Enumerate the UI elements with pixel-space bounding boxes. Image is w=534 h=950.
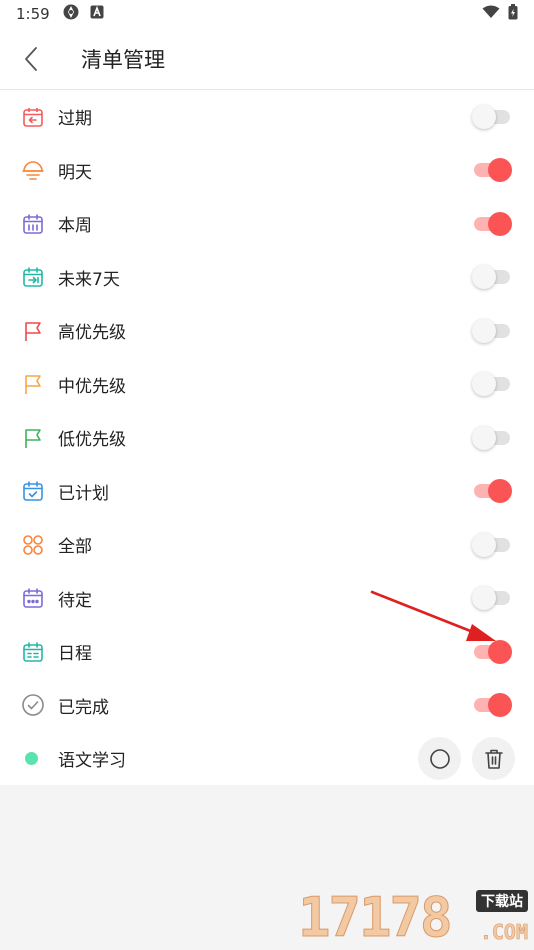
list-row-label: 过期: [58, 109, 92, 130]
toggle-thumb: [488, 211, 512, 236]
list-row-label: 全部: [58, 537, 92, 558]
keyboard-notification-icon: [90, 5, 104, 23]
list-row-schedule: 日程: [0, 625, 534, 679]
toggle-switch[interactable]: [472, 692, 512, 718]
toggle-thumb: [472, 318, 496, 343]
circle-outline-icon: [429, 748, 450, 769]
toggle-switch[interactable]: [472, 318, 512, 344]
toggle-thumb: [472, 532, 496, 557]
app-notification-icon: [62, 3, 80, 25]
back-button[interactable]: [6, 34, 56, 84]
calendar-week-icon: [20, 211, 46, 237]
list-row-high-priority: 高优先级: [0, 304, 534, 358]
toggle-switch[interactable]: [472, 264, 512, 290]
list-row-label: 未来7天: [58, 269, 120, 290]
list-color-dot: [25, 752, 38, 766]
custom-list-label: 语文学习: [58, 751, 126, 772]
list-row-tomorrow: 明天: [0, 144, 534, 198]
hide-list-button[interactable]: [418, 737, 461, 780]
list-row-all: 全部: [0, 518, 534, 572]
list-row-pending: 待定: [0, 572, 534, 626]
watermark-logo: 17178 下载站 .COM: [298, 886, 530, 949]
watermark-suffix: .COM: [479, 920, 529, 945]
toggle-switch[interactable]: [472, 371, 512, 397]
flag-icon: [20, 371, 46, 397]
calendar-overdue-icon: [20, 104, 46, 130]
calendar-next-icon: [20, 264, 46, 290]
toggle-switch[interactable]: [472, 585, 512, 611]
toggle-thumb: [472, 265, 496, 290]
toggle-thumb: [472, 372, 496, 397]
list-row-completed: 已完成: [0, 679, 534, 733]
watermark-digits: 17178: [298, 886, 454, 949]
list-row-label: 已计划: [58, 483, 109, 504]
wifi-icon: [482, 5, 500, 23]
list-row-this-week: 本周: [0, 197, 534, 251]
toggle-switch[interactable]: [472, 639, 512, 665]
status-time: 1:59: [16, 5, 50, 23]
flag-icon: [20, 425, 46, 451]
toggle-switch[interactable]: [472, 211, 512, 237]
page-title: 清单管理: [81, 47, 165, 72]
watermark-badge: 下载站: [476, 890, 528, 912]
list-row-next-7-days: 未来7天: [0, 251, 534, 305]
list-row-medium-priority: 中优先级: [0, 358, 534, 412]
list-row-label: 明天: [58, 162, 92, 183]
list-row-label: 日程: [58, 644, 92, 665]
flag-icon: [20, 318, 46, 344]
toggle-switch[interactable]: [472, 478, 512, 504]
list-settings: 过期 明天 本周 未来7天 高优先级 中优先级 低优先级 已计划 全部 待定 日…: [0, 90, 534, 786]
toggle-switch[interactable]: [472, 425, 512, 451]
four-circles-icon: [20, 532, 46, 558]
list-row-planned: 已计划: [0, 465, 534, 519]
toggle-switch[interactable]: [472, 157, 512, 183]
battery-icon: [508, 4, 518, 24]
list-row-label: 中优先级: [58, 376, 126, 397]
toggle-thumb: [488, 693, 512, 718]
list-row-label: 已完成: [58, 697, 109, 718]
toggle-thumb: [488, 479, 512, 504]
chevron-left-icon: [25, 46, 37, 71]
toggle-switch[interactable]: [472, 104, 512, 130]
toggle-thumb: [472, 104, 496, 129]
toggle-thumb: [472, 586, 496, 611]
list-row-label: 低优先级: [58, 430, 126, 451]
toggle-thumb: [472, 425, 496, 450]
delete-list-button[interactable]: [472, 737, 515, 780]
list-row-label: 待定: [58, 590, 92, 611]
calendar-dots-icon: [20, 585, 46, 611]
list-row-label: 高优先级: [58, 323, 126, 344]
list-row-low-priority: 低优先级: [0, 411, 534, 465]
calendar-check-icon: [20, 478, 46, 504]
list-row-overdue: 过期: [0, 90, 534, 144]
list-row-label: 本周: [58, 216, 92, 237]
toggle-thumb: [488, 639, 512, 664]
check-circle-icon: [20, 692, 46, 718]
status-bar: 1:59: [0, 0, 534, 28]
calendar-schedule-icon: [20, 639, 46, 665]
custom-list-row: 语文学习: [0, 732, 534, 786]
app-header: 清单管理: [0, 28, 534, 90]
sunrise-icon: [20, 157, 46, 183]
trash-icon: [484, 749, 503, 769]
toggle-thumb: [488, 158, 512, 183]
toggle-switch[interactable]: [472, 532, 512, 558]
